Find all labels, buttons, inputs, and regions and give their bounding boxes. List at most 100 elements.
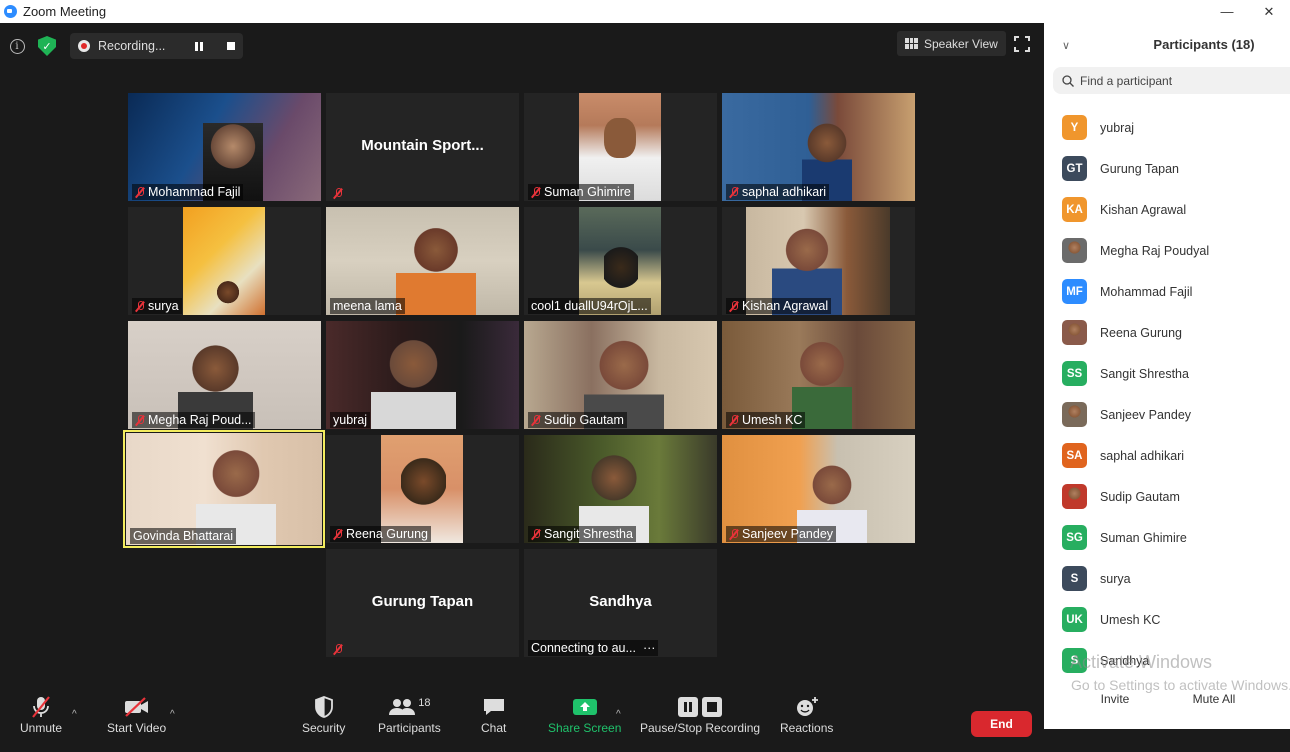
participant-name-center: Sandhya xyxy=(589,593,652,610)
share-screen-icon xyxy=(572,699,597,715)
pause-recording-button[interactable] xyxy=(195,41,204,51)
participant-list-item[interactable]: KA Kishan Agrawal xyxy=(1062,189,1209,230)
participant-list-item[interactable]: GT Gurung Tapan xyxy=(1062,148,1209,189)
avatar: SA xyxy=(1062,443,1087,468)
participant-name: surya xyxy=(148,299,179,313)
muted-mic-icon xyxy=(333,644,343,655)
avatar: GT xyxy=(1062,156,1087,181)
window-title-bar: Zoom Meeting — ✕ xyxy=(0,0,1290,23)
video-tile[interactable]: Megha Raj Poud... xyxy=(128,321,321,429)
windows-activation-hint: Go to Settings to activate Windows. xyxy=(1071,677,1290,693)
participant-list-item[interactable]: Yyubraj xyxy=(1062,107,1209,148)
video-tile[interactable]: Sandhya Connecting to au... ··· xyxy=(524,549,717,657)
video-options-caret[interactable]: ^ xyxy=(170,709,175,720)
participant-list-item[interactable]: Reena Gurung xyxy=(1062,312,1209,353)
avatar: MF xyxy=(1062,279,1087,304)
window-title: Zoom Meeting xyxy=(23,4,107,19)
participant-list-name: Sudip Gautam xyxy=(1100,489,1180,504)
minimize-button[interactable]: — xyxy=(1206,4,1248,19)
participant-name: saphal adhikari xyxy=(742,185,827,199)
muted-mic-icon xyxy=(135,300,145,312)
video-tile[interactable]: Kishan Agrawal xyxy=(722,207,915,315)
chat-label: Chat xyxy=(481,721,507,735)
participant-list-name: Kishan Agrawal xyxy=(1100,202,1187,217)
participant-list-item[interactable]: SG Suman Ghimire xyxy=(1062,517,1209,558)
participant-list-item[interactable]: SS Sangit Shrestha xyxy=(1062,353,1209,394)
participant-list-item[interactable]: Sanjeev Pandey xyxy=(1062,394,1209,435)
share-options-caret[interactable]: ^ xyxy=(616,709,621,720)
participant-name: cool1 duallU94rOjL... xyxy=(531,299,648,313)
video-tile[interactable]: Gurung Tapan xyxy=(326,549,519,657)
video-tile[interactable]: Umesh KC xyxy=(722,321,915,429)
reactions-icon xyxy=(796,697,818,716)
participant-list-item[interactable]: UK Umesh KC xyxy=(1062,599,1209,640)
audio-options-caret[interactable]: ^ xyxy=(72,709,77,720)
participant-list-item[interactable]: MF Mohammad Fajil xyxy=(1062,271,1209,312)
video-tile[interactable]: meena lama xyxy=(326,207,519,315)
participant-name: Umesh KC xyxy=(742,413,803,427)
avatar xyxy=(1062,402,1087,427)
participant-name: meena lama xyxy=(333,299,402,313)
fullscreen-icon[interactable] xyxy=(1014,36,1030,52)
participant-list-name: Sanjeev Pandey xyxy=(1100,407,1192,422)
start-video-label: Start Video xyxy=(107,721,167,735)
muted-mic-icon xyxy=(135,186,145,198)
end-meeting-button[interactable]: End xyxy=(971,711,1032,737)
video-tile[interactable]: surya xyxy=(128,207,321,315)
avatar xyxy=(1062,320,1087,345)
shield-check-icon: ✓ xyxy=(38,36,56,56)
stop-recording-button[interactable] xyxy=(227,42,236,50)
participant-list-name: Gurung Tapan xyxy=(1100,161,1179,176)
participant-list-item[interactable]: Ssurya xyxy=(1062,558,1209,599)
video-tile[interactable]: Sudip Gautam xyxy=(524,321,717,429)
participant-search-input[interactable]: Find a participant xyxy=(1053,67,1290,94)
muted-mic-icon xyxy=(531,186,541,198)
more-options-icon[interactable]: ··· xyxy=(643,641,656,655)
avatar: S xyxy=(1062,566,1087,591)
close-button[interactable]: ✕ xyxy=(1248,4,1290,20)
participant-list-item[interactable]: SA saphal adhikari xyxy=(1062,435,1209,476)
muted-mic-icon xyxy=(729,300,739,312)
participant-list-item[interactable]: Sudip Gautam xyxy=(1062,476,1209,517)
speaker-view-button[interactable]: Speaker View xyxy=(897,31,1006,56)
stop-icon xyxy=(702,697,723,717)
pause-icon xyxy=(678,697,699,717)
video-tile[interactable]: cool1 duallU94rOjL... xyxy=(524,207,717,315)
recording-label: Pause/Stop Recording xyxy=(640,721,761,735)
video-tile[interactable]: yubraj xyxy=(326,321,519,429)
record-dot-icon xyxy=(78,40,90,52)
video-tile[interactable]: Suman Ghimire xyxy=(524,93,717,201)
recording-label: Recording... xyxy=(98,39,166,53)
security-label: Security xyxy=(302,721,346,735)
avatar xyxy=(1062,238,1087,263)
participant-name: Sangit Shrestha xyxy=(544,527,633,541)
participant-name-center: Gurung Tapan xyxy=(371,593,474,610)
participant-name: Suman Ghimire xyxy=(544,185,631,199)
participants-count: 18 xyxy=(418,697,431,709)
avatar: Y xyxy=(1062,115,1087,140)
avatar: KA xyxy=(1062,197,1087,222)
video-tile[interactable]: Sangit Shrestha xyxy=(524,435,717,543)
meeting-info-button[interactable]: i xyxy=(6,35,28,57)
video-tile[interactable]: Mountain Sport... xyxy=(326,93,519,201)
participants-icon xyxy=(389,699,416,715)
video-tile[interactable]: Sanjeev Pandey xyxy=(722,435,915,543)
recording-indicator: Recording... xyxy=(70,33,244,59)
video-tile[interactable]: Mohammad Fajil xyxy=(128,93,321,201)
participant-list-item[interactable]: Megha Raj Poudyal xyxy=(1062,230,1209,271)
participant-name: Reena Gurung xyxy=(346,527,429,541)
video-tile[interactable]: saphal adhikari xyxy=(722,93,915,201)
video-tile-active-speaker[interactable]: Govinda Bhattarai xyxy=(123,430,325,548)
search-icon xyxy=(1062,74,1074,87)
participant-list-name: surya xyxy=(1100,571,1131,586)
participant-name-center: Mountain Sport... xyxy=(361,137,484,154)
avatar: UK xyxy=(1062,607,1087,632)
participant-name: Sudip Gautam xyxy=(544,413,624,427)
unmute-label: Unmute xyxy=(20,721,63,735)
connecting-status: Connecting to au... xyxy=(531,641,636,655)
participant-name: Kishan Agrawal xyxy=(742,299,829,313)
participant-list-name: Suman Ghimire xyxy=(1100,530,1187,545)
video-tile[interactable]: Reena Gurung xyxy=(326,435,519,543)
encryption-shield-button[interactable]: ✓ xyxy=(36,35,58,57)
avatar: SG xyxy=(1062,525,1087,550)
